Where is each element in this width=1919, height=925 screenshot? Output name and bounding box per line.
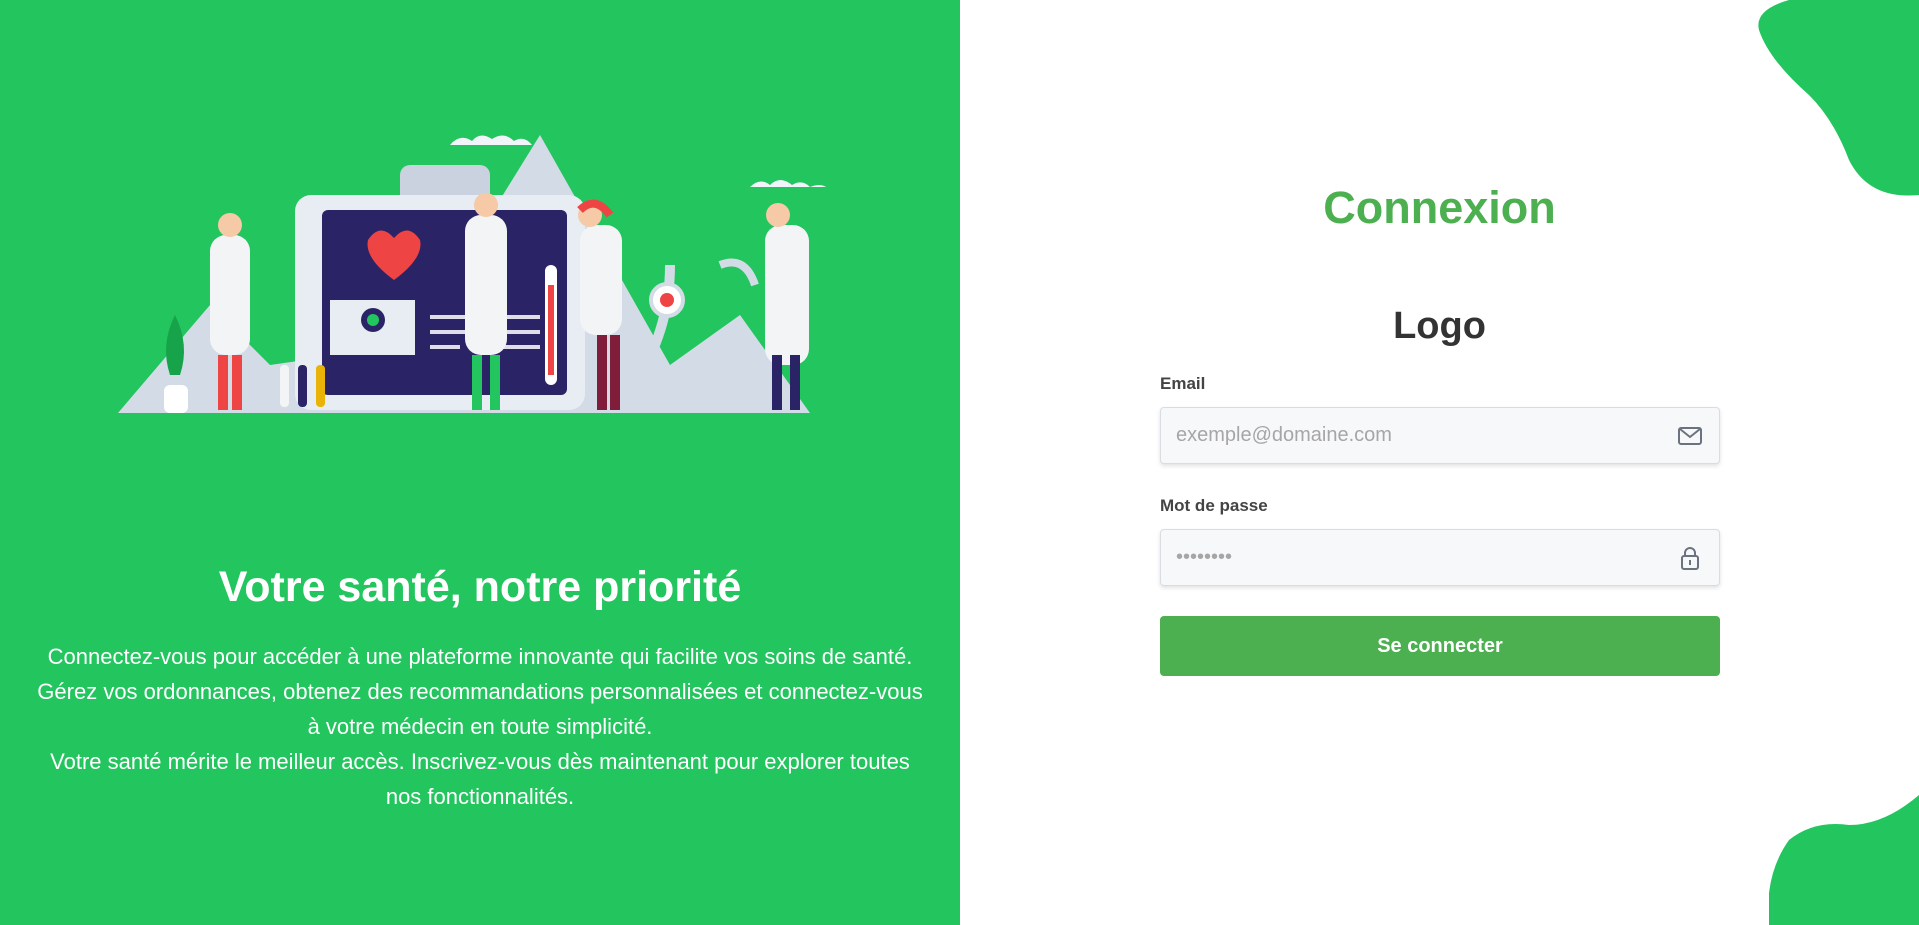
hero-panel: Votre santé, notre priorité Connectez-vo…	[0, 0, 960, 925]
hero-headline: Votre santé, notre priorité	[218, 563, 742, 611]
lock-icon	[1681, 547, 1699, 570]
email-input[interactable]	[1161, 408, 1661, 463]
password-label: Mot de passe	[1160, 496, 1268, 515]
hero-description-paragraph-1: Connectez-vous pour accéder à une platef…	[37, 644, 923, 739]
password-field-wrapper	[1160, 529, 1720, 586]
password-input[interactable]	[1161, 530, 1661, 585]
decorative-blob-top	[1758, 0, 1919, 196]
login-title: Connexion	[1323, 182, 1556, 233]
login-submit-button[interactable]: Se connecter	[1160, 616, 1720, 676]
hero-description: Connectez-vous pour accéder à une platef…	[32, 639, 928, 814]
email-field-wrapper	[1160, 407, 1720, 464]
email-label: Email	[1160, 374, 1206, 393]
envelope-icon	[1678, 427, 1702, 445]
medical-team-illustration	[118, 135, 826, 413]
logo-placeholder: Logo	[1393, 305, 1486, 347]
hero-description-paragraph-2: Votre santé mérite le meilleur accès. In…	[50, 749, 910, 809]
decorative-blob-bottom	[1769, 795, 1919, 925]
